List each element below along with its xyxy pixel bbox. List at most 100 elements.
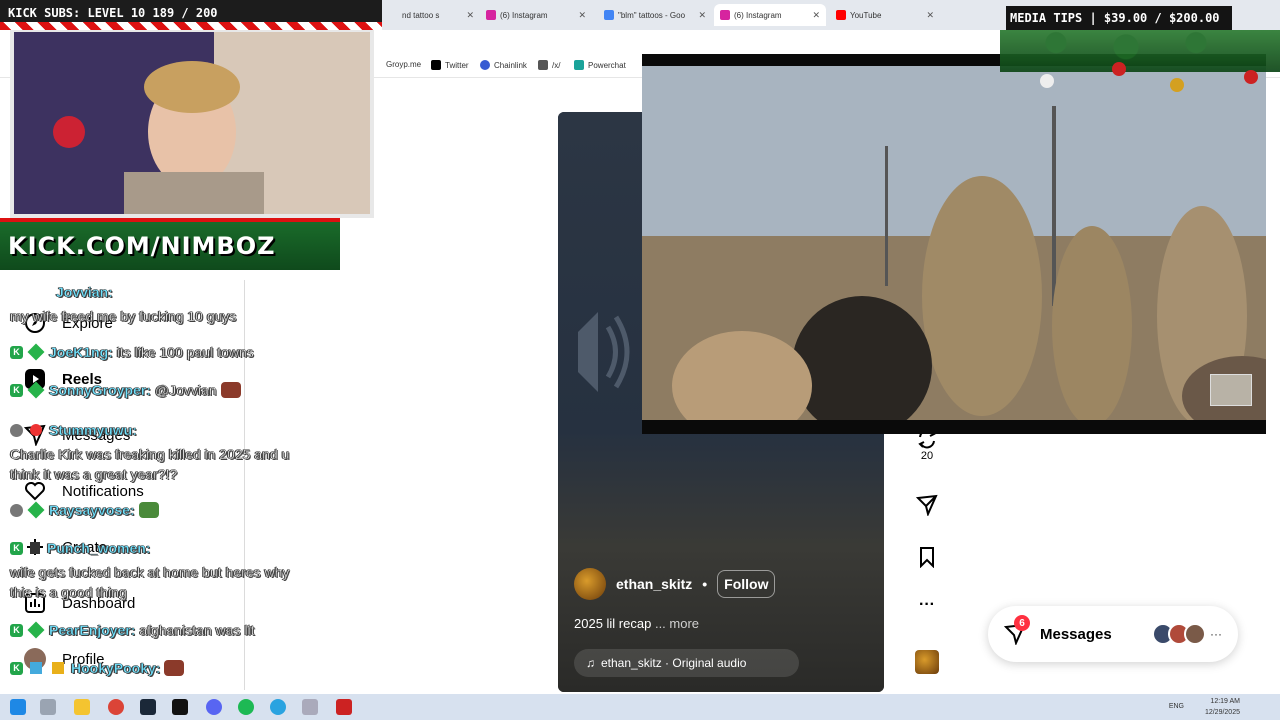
bookmark-x[interactable]: /x/ <box>538 60 560 70</box>
terminal-icon[interactable] <box>172 699 188 715</box>
kick-url: KICK.COM/NIMBOZ <box>8 232 276 260</box>
nav-create[interactable]: Create <box>24 536 107 558</box>
more-link[interactable]: ... more <box>655 616 699 631</box>
nav-notifications[interactable]: Notifications <box>24 480 144 502</box>
x-icon <box>431 60 441 70</box>
nav-dashboard[interactable]: Dashboard <box>24 592 135 614</box>
streamer-webcam <box>14 32 370 214</box>
language-indicator[interactable]: ENG <box>1169 703 1184 710</box>
bookmark-groyp[interactable]: Groyp.me <box>386 60 421 69</box>
tab-label: (6) Instagram <box>734 10 782 20</box>
reel-caption: 2025 lil recap ... more <box>574 616 699 631</box>
avatar <box>24 648 46 670</box>
plus-icon <box>24 536 46 558</box>
youtube-icon <box>836 10 846 20</box>
send-icon <box>916 494 938 516</box>
bookmark-powerchat[interactable]: Powerchat <box>574 60 626 70</box>
clock-date: 12/29/2025 <box>1204 709 1240 716</box>
tab-label: YouTube <box>850 10 882 20</box>
discord-icon[interactable] <box>206 699 222 715</box>
dashboard-icon <box>24 592 46 614</box>
recent-contacts: ··· <box>1152 623 1222 645</box>
powerchat-icon <box>574 60 584 70</box>
nav-label: Explore <box>62 314 113 332</box>
grid-icon <box>538 60 548 70</box>
separator-dot: • <box>702 576 708 592</box>
ornament-icon <box>1170 78 1184 92</box>
nav-messages[interactable]: Messages <box>24 424 130 446</box>
author-avatar[interactable] <box>574 568 606 600</box>
telegram-icon[interactable] <box>270 699 286 715</box>
close-icon[interactable]: ✕ <box>466 10 474 21</box>
follow-button[interactable]: Follow <box>717 570 776 598</box>
app-icon[interactable] <box>336 699 352 715</box>
mini-preview <box>1210 374 1252 406</box>
close-icon[interactable]: ✕ <box>926 10 934 21</box>
christmas-garland <box>1000 30 1280 72</box>
file-explorer-icon[interactable] <box>74 699 90 715</box>
tab-tattoo[interactable]: nd tattoo s ✕ <box>396 4 480 26</box>
instagram-icon <box>720 10 730 20</box>
tab-instagram-1[interactable]: (6) Instagram ✕ <box>480 4 592 26</box>
webcam-feed <box>10 28 374 218</box>
task-view-icon[interactable] <box>40 699 56 715</box>
ornament-icon <box>1040 74 1054 88</box>
author-username[interactable]: ethan_skitz <box>616 576 692 592</box>
nav-label: Messages <box>62 426 131 444</box>
share-button[interactable] <box>906 494 948 516</box>
chainlink-icon <box>480 60 490 70</box>
google-icon <box>604 10 614 20</box>
steam-icon[interactable] <box>140 699 156 715</box>
ornament-icon <box>1244 70 1258 84</box>
media-tips-banner: MEDIA TIPS | $39.00 / $200.00 <box>1006 6 1232 30</box>
tab-instagram-active[interactable]: (6) Instagram ✕ <box>714 4 826 26</box>
candy-cane-stripe <box>0 22 382 30</box>
messages-button[interactable]: 6 Messages ··· <box>988 606 1238 662</box>
windows-taskbar: ENG 12:19 AM 12/29/2025 <box>0 694 1280 720</box>
messenger-icon <box>24 424 46 446</box>
soldiers-scene <box>642 66 1266 434</box>
audio-pill[interactable]: ♫ ethan_skitz · Original audio <box>574 649 799 677</box>
instagram-icon <box>486 10 496 20</box>
tab-label: "blm" tattoos - Goo <box>618 10 686 20</box>
more-horizontal-icon: ··· <box>919 596 935 613</box>
app-icon[interactable] <box>302 699 318 715</box>
popout-video-player[interactable] <box>642 54 1266 434</box>
nav-label: Notifications <box>62 482 144 500</box>
windows-start-icon[interactable] <box>10 699 26 715</box>
heart-icon <box>24 480 46 502</box>
tab-label: (6) Instagram <box>500 10 548 20</box>
nav-profile[interactable]: Profile <box>24 648 105 670</box>
system-clock[interactable]: 12:19 AM 12/29/2025 <box>1205 696 1240 718</box>
tab-google[interactable]: "blm" tattoos - Goo ✕ <box>598 4 712 26</box>
clock-time: 12:19 AM <box>1210 698 1240 705</box>
audio-thumb[interactable] <box>906 650 948 674</box>
nav-label: Create <box>62 538 108 556</box>
nav-explore[interactable]: Explore <box>24 312 113 334</box>
close-icon[interactable]: ✕ <box>698 10 706 21</box>
audio-thumbnail <box>915 650 939 674</box>
ornament-icon <box>1112 62 1126 76</box>
chrome-icon[interactable] <box>108 699 124 715</box>
spotify-icon[interactable] <box>238 699 254 715</box>
bookmark-label: Groyp.me <box>386 60 422 69</box>
instagram-sidebar: Explore Reels Messages Notifications Cre… <box>0 280 245 690</box>
bookmark-label: Powerchat <box>588 60 626 70</box>
bookmark-label: Chainlink <box>494 60 527 70</box>
nav-label: Reels <box>62 370 103 388</box>
caption-text: 2025 lil recap <box>574 616 652 631</box>
nav-reels[interactable]: Reels <box>24 368 102 390</box>
repost-count: 20 <box>920 450 934 462</box>
bookmark-label: Twitter <box>445 60 469 70</box>
messenger-icon: 6 <box>1003 615 1030 647</box>
more-options-button[interactable]: ··· <box>906 596 948 614</box>
bookmark-chainlink[interactable]: Chainlink <box>480 60 527 70</box>
screen: nd tattoo s ✕ (6) Instagram ✕ "blm" tatt… <box>0 0 1280 720</box>
messages-label: Messages <box>1040 625 1112 643</box>
bookmark-twitter[interactable]: Twitter <box>431 60 469 70</box>
close-icon[interactable]: ✕ <box>578 10 586 21</box>
save-button[interactable] <box>906 546 948 568</box>
tab-youtube[interactable]: YouTube ✕ <box>830 4 940 26</box>
video-frame <box>642 66 1266 434</box>
close-icon[interactable]: ✕ <box>812 10 820 21</box>
